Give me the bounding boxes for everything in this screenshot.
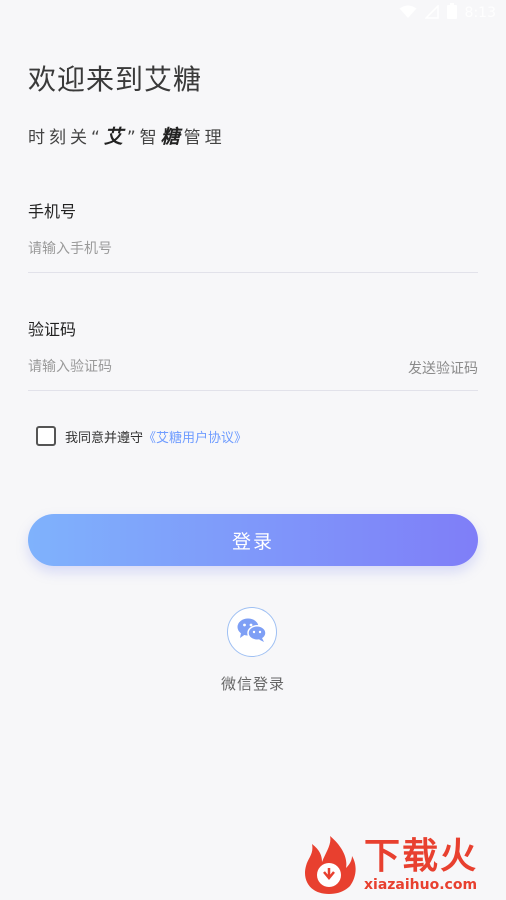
agreement-row: 我同意并遵守《艾糖用户协议》	[36, 426, 247, 446]
phone-label: 手机号	[28, 202, 77, 221]
slogan: 时刻关“艾”智糖管理	[28, 122, 226, 149]
agreement-checkbox[interactable]	[36, 426, 56, 446]
slogan-part: 管理	[183, 128, 226, 148]
status-time: 8:13	[464, 5, 496, 21]
phone-input[interactable]	[28, 234, 478, 264]
code-input[interactable]	[28, 352, 388, 382]
flame-logo-icon	[304, 836, 356, 894]
watermark-cn: 下载火	[364, 836, 479, 877]
wechat-login-label: 微信登录	[220, 675, 285, 693]
slogan-ai: 艾	[103, 126, 127, 148]
agreement-link[interactable]: 《艾糖用户协议》	[143, 431, 247, 446]
battery-icon	[446, 3, 457, 23]
slogan-part: ”智	[126, 128, 161, 148]
signal-icon	[423, 3, 439, 23]
agreement-text: 我同意并遵守	[65, 430, 144, 446]
phone-divider	[28, 272, 478, 273]
slogan-tang: 糖	[160, 126, 184, 148]
wechat-icon	[236, 616, 268, 648]
code-label: 验证码	[28, 320, 77, 339]
slogan-part: 时刻关“	[28, 128, 104, 148]
wifi-icon	[399, 4, 417, 23]
watermark: 下载火 xiazaihuo.com	[298, 830, 504, 900]
code-divider	[28, 390, 478, 391]
login-button[interactable]: 登录	[28, 514, 478, 566]
watermark-en: xiazaihuo.com	[364, 877, 478, 893]
status-bar: 8:13	[0, 0, 506, 26]
send-code-button[interactable]: 发送验证码	[408, 358, 478, 378]
page-title: 欢迎来到艾糖	[28, 63, 203, 96]
wechat-login-button[interactable]	[227, 607, 277, 657]
